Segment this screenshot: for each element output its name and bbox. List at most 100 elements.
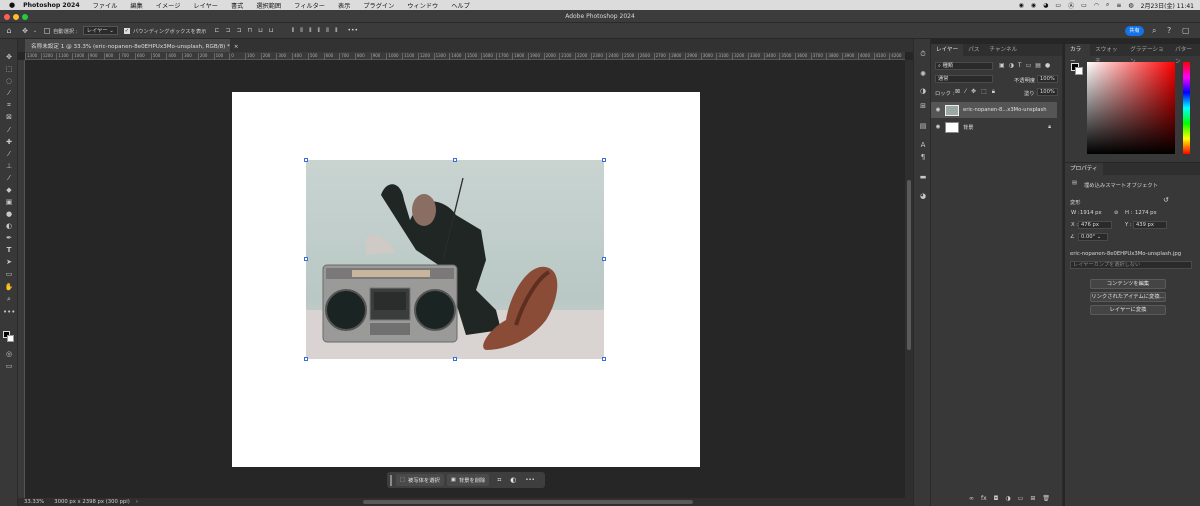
share-button[interactable]: 共有 [1125, 26, 1144, 36]
battery-icon[interactable]: ▭ [1081, 2, 1087, 9]
smart-object-photo[interactable] [306, 160, 604, 359]
angle-field[interactable]: 0.00° ⌄ [1078, 233, 1108, 241]
zoom-tool-icon[interactable]: ⌕ [3, 294, 15, 304]
edit-contents-button[interactable]: コンテンツを編集 [1090, 279, 1166, 289]
menu-help[interactable]: ヘルプ [451, 1, 470, 10]
lasso-tool-icon[interactable]: ◌ [3, 76, 15, 86]
dropdown-icon[interactable]: ⌄ [32, 28, 38, 34]
siri-icon[interactable]: ◍ [1128, 2, 1133, 9]
healing-brush-tool-icon[interactable]: ✚ [3, 137, 15, 147]
zoom-level[interactable]: 33.33% [24, 499, 44, 505]
distribute-2-icon[interactable]: ⦀ [300, 27, 303, 35]
reset-transform-icon[interactable]: ↺ [1163, 196, 1169, 204]
tab-color[interactable]: カラー [1065, 44, 1091, 65]
layer-kind-filter[interactable]: ⌕ 種類 [935, 62, 993, 70]
horizontal-ruler[interactable]: 1300 1200 1100 1000 900 800 700 600 500 400 300 200… [25, 52, 905, 60]
edit-toolbar-icon[interactable]: ••• [3, 307, 15, 317]
background-color-swatch[interactable] [7, 335, 14, 342]
move-tool-icon[interactable]: ✥ [18, 27, 32, 35]
lock-artboard-icon[interactable]: ⬚ [981, 88, 987, 96]
taskbar-more-button[interactable]: ••• [525, 477, 534, 483]
delete-layer-icon[interactable]: 🗑︎ [1042, 495, 1050, 502]
auto-select-checkbox[interactable] [44, 27, 50, 34]
distribute-6-icon[interactable]: ⦀ [335, 27, 338, 35]
vertical-scrollbar-thumb[interactable] [907, 180, 911, 350]
lock-image-icon[interactable]: ⁄ [965, 88, 966, 96]
adjustments-icon[interactable]: ◑ [918, 86, 928, 96]
more-options-icon[interactable]: ••• [347, 27, 358, 35]
h-value[interactable]: 1274 px [1135, 210, 1157, 216]
layer-name[interactable]: 背景 [963, 124, 973, 131]
vertical-ruler[interactable] [18, 60, 25, 498]
menu-app-name[interactable]: Photoshop 2024 [23, 2, 80, 9]
link-dimensions-icon[interactable]: ⊘ [1114, 210, 1118, 216]
distribute-3-icon[interactable]: ⦀ [309, 27, 312, 35]
tab-patterns[interactable]: パターン [1170, 44, 1200, 65]
w-value[interactable]: 1914 px [1080, 210, 1102, 216]
move-tool-icon[interactable]: ✥ [3, 52, 15, 62]
new-adjustment-layer-icon[interactable]: ◑ [1005, 495, 1010, 502]
search-icon[interactable]: ⌕ [1152, 26, 1156, 36]
brush-tool-icon[interactable]: ⁄ [3, 149, 15, 159]
status-icon-3[interactable]: ◕ [1043, 2, 1048, 9]
apple-icon[interactable]: ● [9, 1, 15, 9]
menu-view[interactable]: 表示 [338, 1, 350, 10]
filter-shape-icon[interactable]: ▭ [1026, 62, 1032, 69]
menu-image[interactable]: イメージ [156, 1, 181, 10]
type-tool-icon[interactable]: T [3, 245, 15, 255]
distribute-4-icon[interactable]: ⦀ [318, 27, 321, 35]
object-select-tool-icon[interactable]: ⁄ [3, 88, 15, 98]
color-wheel-icon[interactable]: ◕ [918, 191, 928, 201]
transform-handle-middle-right[interactable] [602, 257, 606, 261]
transform-handle-bottom-right[interactable] [602, 357, 606, 361]
x-field[interactable]: 476 px [1078, 221, 1112, 229]
filter-adjustment-icon[interactable]: ◑ [1009, 62, 1014, 69]
opacity-field[interactable]: 100% [1037, 75, 1058, 83]
layer-visibility-eye-icon[interactable]: ◉ [931, 107, 945, 113]
status-menu-chevron-icon[interactable]: › [136, 499, 138, 505]
eraser-tool-icon[interactable]: ◆ [3, 185, 15, 195]
convert-to-linked-button[interactable]: リンクされたアイテムに変換... [1090, 292, 1166, 302]
lock-all-icon[interactable]: 🔒︎ [992, 88, 995, 96]
tab-properties[interactable]: プロパティ [1065, 163, 1103, 175]
lock-transparent-icon[interactable]: ⊠ [955, 88, 960, 96]
path-select-tool-icon[interactable]: ➤ [3, 257, 15, 267]
filter-pixel-icon[interactable]: ▣ [999, 62, 1005, 69]
new-layer-icon[interactable]: ⊞ [1030, 495, 1035, 502]
transform-handle-top-center[interactable] [453, 158, 457, 162]
color-picker-field[interactable] [1087, 62, 1175, 154]
show-bbox-checkbox[interactable]: ✓ [123, 27, 130, 34]
crop-tool-icon[interactable]: ⌗ [3, 100, 15, 110]
new-group-icon[interactable]: ▭ [1018, 495, 1024, 502]
distribute-5-icon[interactable]: ⦀ [326, 27, 329, 35]
menu-layer[interactable]: レイヤー [193, 1, 218, 10]
lock-position-icon[interactable]: ✥ [971, 88, 976, 96]
paragraph-icon[interactable]: ¶ [918, 152, 928, 162]
layer-comp-select[interactable]: レイヤーカンプを選択しない [1070, 261, 1192, 269]
shape-tool-icon[interactable]: ▭ [3, 269, 15, 279]
blend-mode-select[interactable]: 通常 [935, 75, 993, 83]
gradient-tool-icon[interactable]: ▣ [3, 197, 15, 207]
menu-plugins[interactable]: プラグイン [363, 1, 394, 10]
align-bottom-icon[interactable]: ⊔ [269, 27, 274, 35]
dodge-tool-icon[interactable]: ◐ [3, 221, 15, 231]
tab-layers[interactable]: レイヤー [931, 44, 964, 56]
blur-tool-icon[interactable]: ● [3, 209, 15, 219]
workspace-icon[interactable]: ▢ [1182, 26, 1190, 35]
quick-mask-icon[interactable]: ◎ [3, 349, 15, 359]
link-layers-icon[interactable]: ∞ [969, 495, 974, 502]
layer-visibility-eye-icon[interactable]: ◉ [931, 124, 945, 130]
transform-handle-bottom-center[interactable] [453, 357, 457, 361]
marquee-tool-icon[interactable]: ⬚ [3, 64, 15, 74]
y-field[interactable]: 439 px [1133, 221, 1167, 229]
pen-tool-icon[interactable]: ✒ [3, 233, 15, 243]
transform-handle-top-right[interactable] [602, 158, 606, 162]
tab-channels[interactable]: チャンネル [984, 44, 1022, 56]
horizontal-scrollbar-thumb[interactable] [363, 500, 693, 504]
transform-icon[interactable]: ⌗ [497, 476, 501, 485]
libraries-icon[interactable]: ⊞ [918, 101, 928, 111]
align-left-icon[interactable]: ⊏ [214, 27, 219, 35]
filter-type-icon[interactable]: T [1018, 62, 1022, 69]
menu-edit[interactable]: 編集 [130, 1, 142, 10]
adjustment-icon[interactable]: ◐ [510, 476, 516, 484]
